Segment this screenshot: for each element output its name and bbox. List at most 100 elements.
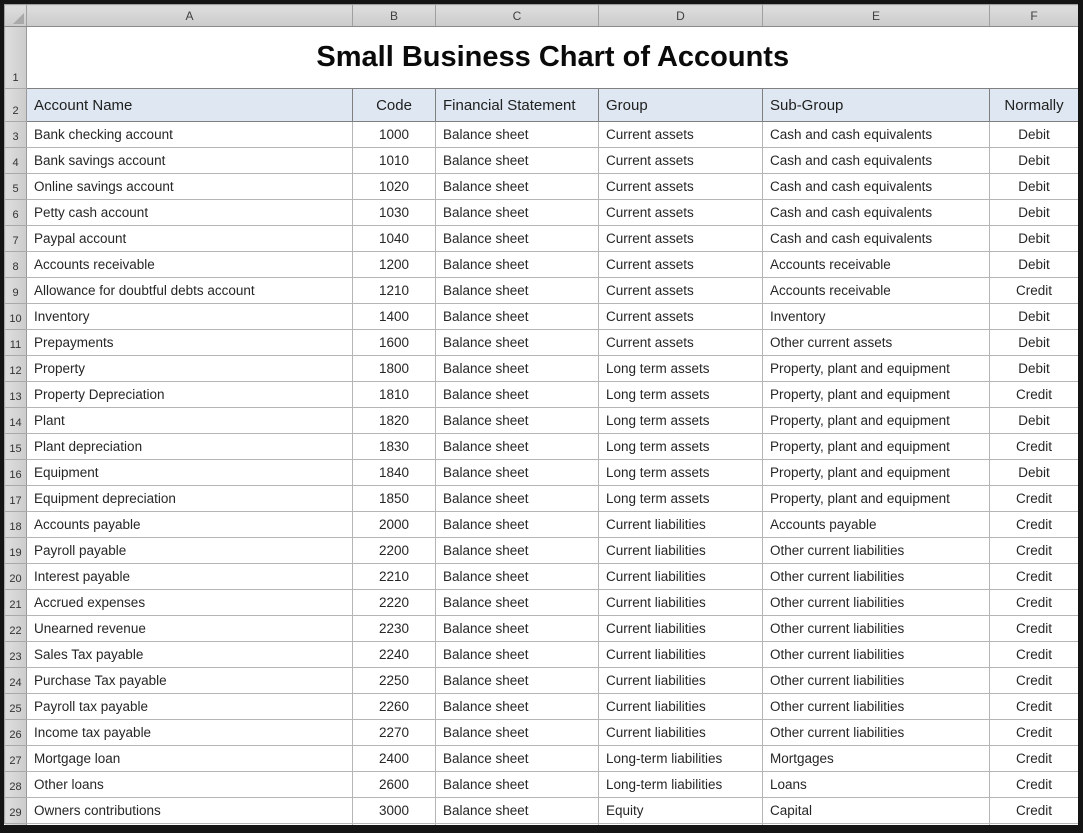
- cell-normally[interactable]: Debit: [990, 460, 1079, 486]
- column-header-b[interactable]: B: [353, 5, 436, 27]
- page-title[interactable]: Small Business Chart of Accounts: [27, 27, 1079, 89]
- cell-code[interactable]: 1600: [353, 330, 436, 356]
- cell-financial-statement[interactable]: Balance sheet: [436, 278, 599, 304]
- cell-sub-group[interactable]: Other current liabilities: [763, 694, 990, 720]
- cell-account-name[interactable]: Petty cash account: [27, 200, 353, 226]
- cell-sub-group[interactable]: Accounts receivable: [763, 252, 990, 278]
- cell-account-name[interactable]: Accrued expenses: [27, 590, 353, 616]
- cell-account-name[interactable]: Prepayments: [27, 330, 353, 356]
- cell-normally[interactable]: Credit: [990, 434, 1079, 460]
- cell-financial-statement[interactable]: Balance sheet: [436, 200, 599, 226]
- cell-sub-group[interactable]: Capital: [763, 798, 990, 824]
- cell-account-name[interactable]: Property: [27, 356, 353, 382]
- cell-group[interactable]: Current liabilities: [599, 616, 763, 642]
- cell-normally[interactable]: Credit: [990, 798, 1079, 824]
- cell-account-name[interactable]: Bank checking account: [27, 122, 353, 148]
- cell-financial-statement[interactable]: Balance sheet: [436, 694, 599, 720]
- cell-code[interactable]: 2600: [353, 772, 436, 798]
- cell-normally[interactable]: Credit: [990, 642, 1079, 668]
- cell-account-name[interactable]: Plant depreciation: [27, 434, 353, 460]
- cell-code[interactable]: 1400: [353, 304, 436, 330]
- cell-account-name[interactable]: Purchase Tax payable: [27, 668, 353, 694]
- cell-sub-group[interactable]: Property, plant and equipment: [763, 382, 990, 408]
- cell-group[interactable]: Long term assets: [599, 356, 763, 382]
- cell-sub-group[interactable]: Accounts receivable: [763, 278, 990, 304]
- cell-group[interactable]: Current assets: [599, 200, 763, 226]
- cell-normally[interactable]: Credit: [990, 538, 1079, 564]
- cell-group[interactable]: Long term assets: [599, 382, 763, 408]
- cell-normally[interactable]: Credit: [990, 694, 1079, 720]
- select-all-button[interactable]: [5, 5, 27, 27]
- header-sub-group[interactable]: Sub-Group: [763, 89, 990, 122]
- cell-group[interactable]: Long term assets: [599, 460, 763, 486]
- row-number[interactable]: 23: [5, 642, 27, 668]
- cell-group[interactable]: Current assets: [599, 330, 763, 356]
- cell-account-name[interactable]: Unearned revenue: [27, 616, 353, 642]
- cell-financial-statement[interactable]: Balance sheet: [436, 174, 599, 200]
- cell-normally[interactable]: Debit: [990, 356, 1079, 382]
- cell-sub-group[interactable]: Cash and cash equivalents: [763, 174, 990, 200]
- cell-financial-statement[interactable]: Balance sheet: [436, 226, 599, 252]
- cell-group[interactable]: Current assets: [599, 304, 763, 330]
- cell-financial-statement[interactable]: Balance sheet: [436, 434, 599, 460]
- cell-financial-statement[interactable]: Balance sheet: [436, 382, 599, 408]
- cell-group[interactable]: Current liabilities: [599, 590, 763, 616]
- cell-sub-group[interactable]: Inventory: [763, 304, 990, 330]
- row-number[interactable]: 8: [5, 252, 27, 278]
- row-number[interactable]: 27: [5, 746, 27, 772]
- cell-normally[interactable]: Debit: [990, 226, 1079, 252]
- cell-group[interactable]: Long-term liabilities: [599, 772, 763, 798]
- cell-account-name[interactable]: Equipment depreciation: [27, 486, 353, 512]
- cell-sub-group[interactable]: Loans: [763, 772, 990, 798]
- row-number[interactable]: 15: [5, 434, 27, 460]
- row-number[interactable]: 18: [5, 512, 27, 538]
- cell-code[interactable]: 1010: [353, 148, 436, 174]
- cell-account-name[interactable]: Payroll tax payable: [27, 694, 353, 720]
- cell-group[interactable]: Current liabilities: [599, 538, 763, 564]
- cell-account-name[interactable]: Equipment: [27, 460, 353, 486]
- column-header-a[interactable]: A: [27, 5, 353, 27]
- header-group[interactable]: Group: [599, 89, 763, 122]
- cell-code[interactable]: 2000: [353, 512, 436, 538]
- row-number[interactable]: 17: [5, 486, 27, 512]
- cell-code[interactable]: 2240: [353, 642, 436, 668]
- cell-code[interactable]: 1210: [353, 278, 436, 304]
- cell-financial-statement[interactable]: Balance sheet: [436, 356, 599, 382]
- cell-code[interactable]: 1040: [353, 226, 436, 252]
- row-number-1[interactable]: 1: [5, 27, 27, 89]
- cell-group[interactable]: Current assets: [599, 252, 763, 278]
- row-number[interactable]: 11: [5, 330, 27, 356]
- row-number[interactable]: 20: [5, 564, 27, 590]
- cell-financial-statement[interactable]: Balance sheet: [436, 122, 599, 148]
- cell-sub-group[interactable]: Other current liabilities: [763, 538, 990, 564]
- cell-normally[interactable]: Debit: [990, 148, 1079, 174]
- cell-normally[interactable]: Debit: [990, 252, 1079, 278]
- row-number[interactable]: 13: [5, 382, 27, 408]
- cell-sub-group[interactable]: Property, plant and equipment: [763, 486, 990, 512]
- cell-sub-group[interactable]: Other current liabilities: [763, 590, 990, 616]
- cell-group[interactable]: Current assets: [599, 226, 763, 252]
- cell-normally[interactable]: Credit: [990, 720, 1079, 746]
- cell-group[interactable]: Current liabilities: [599, 642, 763, 668]
- cell-normally[interactable]: Debit: [990, 304, 1079, 330]
- cell-group[interactable]: Current liabilities: [599, 720, 763, 746]
- cell-group[interactable]: Long term assets: [599, 486, 763, 512]
- cell-code[interactable]: 1830: [353, 434, 436, 460]
- header-financial-statement[interactable]: Financial Statement: [436, 89, 599, 122]
- cell-sub-group[interactable]: Cash and cash equivalents: [763, 226, 990, 252]
- row-number[interactable]: 29: [5, 798, 27, 824]
- cell-account-name[interactable]: Other loans: [27, 772, 353, 798]
- row-number[interactable]: 5: [5, 174, 27, 200]
- column-header-d[interactable]: D: [599, 5, 763, 27]
- cell-sub-group[interactable]: Property, plant and equipment: [763, 434, 990, 460]
- cell-normally[interactable]: Credit: [990, 278, 1079, 304]
- cell-group[interactable]: Current liabilities: [599, 564, 763, 590]
- row-number[interactable]: 28: [5, 772, 27, 798]
- cell-account-name[interactable]: Sales Tax payable: [27, 642, 353, 668]
- cell-financial-statement[interactable]: Balance sheet: [436, 460, 599, 486]
- cell-account-name[interactable]: Inventory: [27, 304, 353, 330]
- cell-financial-statement[interactable]: Balance sheet: [436, 330, 599, 356]
- cell-financial-statement[interactable]: Balance sheet: [436, 148, 599, 174]
- cell-code[interactable]: 2230: [353, 616, 436, 642]
- header-account-name[interactable]: Account Name: [27, 89, 353, 122]
